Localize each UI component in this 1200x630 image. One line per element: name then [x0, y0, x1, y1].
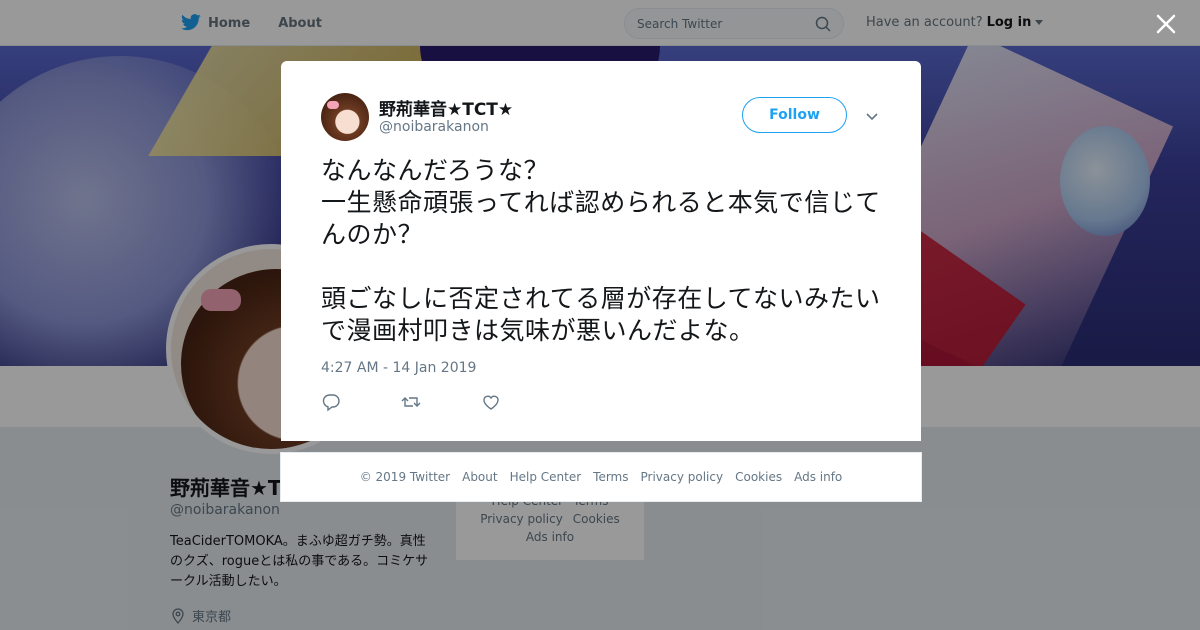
reply-icon[interactable] [321, 392, 341, 412]
footer-privacy-link[interactable]: Privacy policy [641, 470, 724, 484]
footer-help-link[interactable]: Help Center [510, 470, 582, 484]
close-icon[interactable] [1154, 12, 1178, 36]
tweet-modal: 野荊華音★TCT★ @noibarakanon Follow なんなんだろうな？… [281, 61, 921, 441]
footer-terms-link[interactable]: Terms [593, 470, 628, 484]
tweet-timestamp[interactable]: 4:27 AM - 14 Jan 2019 [321, 360, 476, 376]
tweet-author-avatar[interactable] [321, 93, 369, 141]
footer-about-link[interactable]: About [462, 470, 497, 484]
tweet-text: なんなんだろうな？ 一生懸命頑張ってれば認められると本気で信じてんのか？ 頭ごな… [321, 156, 881, 345]
chevron-down-icon[interactable] [865, 109, 879, 123]
like-icon[interactable] [481, 392, 501, 412]
footer-copyright: © 2019 Twitter [359, 470, 451, 484]
footer-cookies-link[interactable]: Cookies [735, 470, 782, 484]
tweet-author-name[interactable]: 野荊華音★TCT★ [379, 95, 513, 120]
modal-footer: © 2019 Twitter About Help Center Terms P… [280, 452, 922, 502]
footer-ads-link[interactable]: Ads info [794, 470, 842, 484]
retweet-icon[interactable] [401, 392, 421, 412]
tweet-actions [321, 392, 501, 412]
follow-button[interactable]: Follow [742, 97, 847, 133]
tweet-author-handle[interactable]: @noibarakanon [379, 119, 489, 135]
